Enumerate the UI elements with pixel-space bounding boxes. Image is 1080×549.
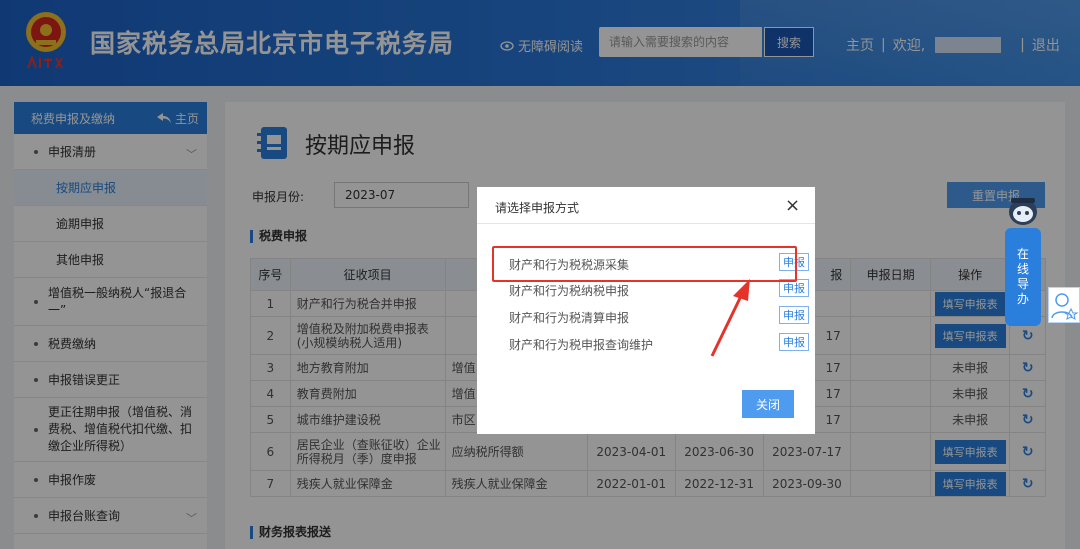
declare-button[interactable]: 申报 <box>779 333 809 351</box>
dialog-title: 请选择申报方式 <box>495 201 580 215</box>
option-query-maintenance: 财产和行为税申报查询维护 申报 <box>509 333 809 353</box>
guide-char: 办 <box>1016 292 1029 306</box>
close-button[interactable]: 关闭 <box>742 390 794 418</box>
guide-char: 导 <box>1016 277 1029 291</box>
dialog-divider <box>477 223 815 224</box>
highlight-annotation <box>492 246 797 282</box>
option-label: 财产和行为税纳税申报 <box>509 284 630 298</box>
close-icon[interactable]: × <box>785 195 800 216</box>
option-label: 财产和行为税清算申报 <box>509 311 630 325</box>
declaration-method-dialog: 请选择申报方式 × 财产和行为税税源采集 申报 财产和行为税纳税申报 申报 财产… <box>477 187 815 434</box>
declare-button[interactable]: 申报 <box>779 306 809 324</box>
online-guide-widget[interactable]: 在 线 导 办 <box>1005 188 1041 328</box>
user-icon <box>1051 293 1079 320</box>
user-service-widget[interactable] <box>1048 287 1080 323</box>
online-guide-label: 在 线 导 办 <box>1005 228 1041 326</box>
option-tax-declaration: 财产和行为税纳税申报 申报 <box>509 279 809 299</box>
guide-char: 在 <box>1016 247 1029 261</box>
guide-char: 线 <box>1016 262 1029 276</box>
option-liquidation-declaration: 财产和行为税清算申报 申报 <box>509 306 809 326</box>
option-label: 财产和行为税申报查询维护 <box>509 338 654 352</box>
